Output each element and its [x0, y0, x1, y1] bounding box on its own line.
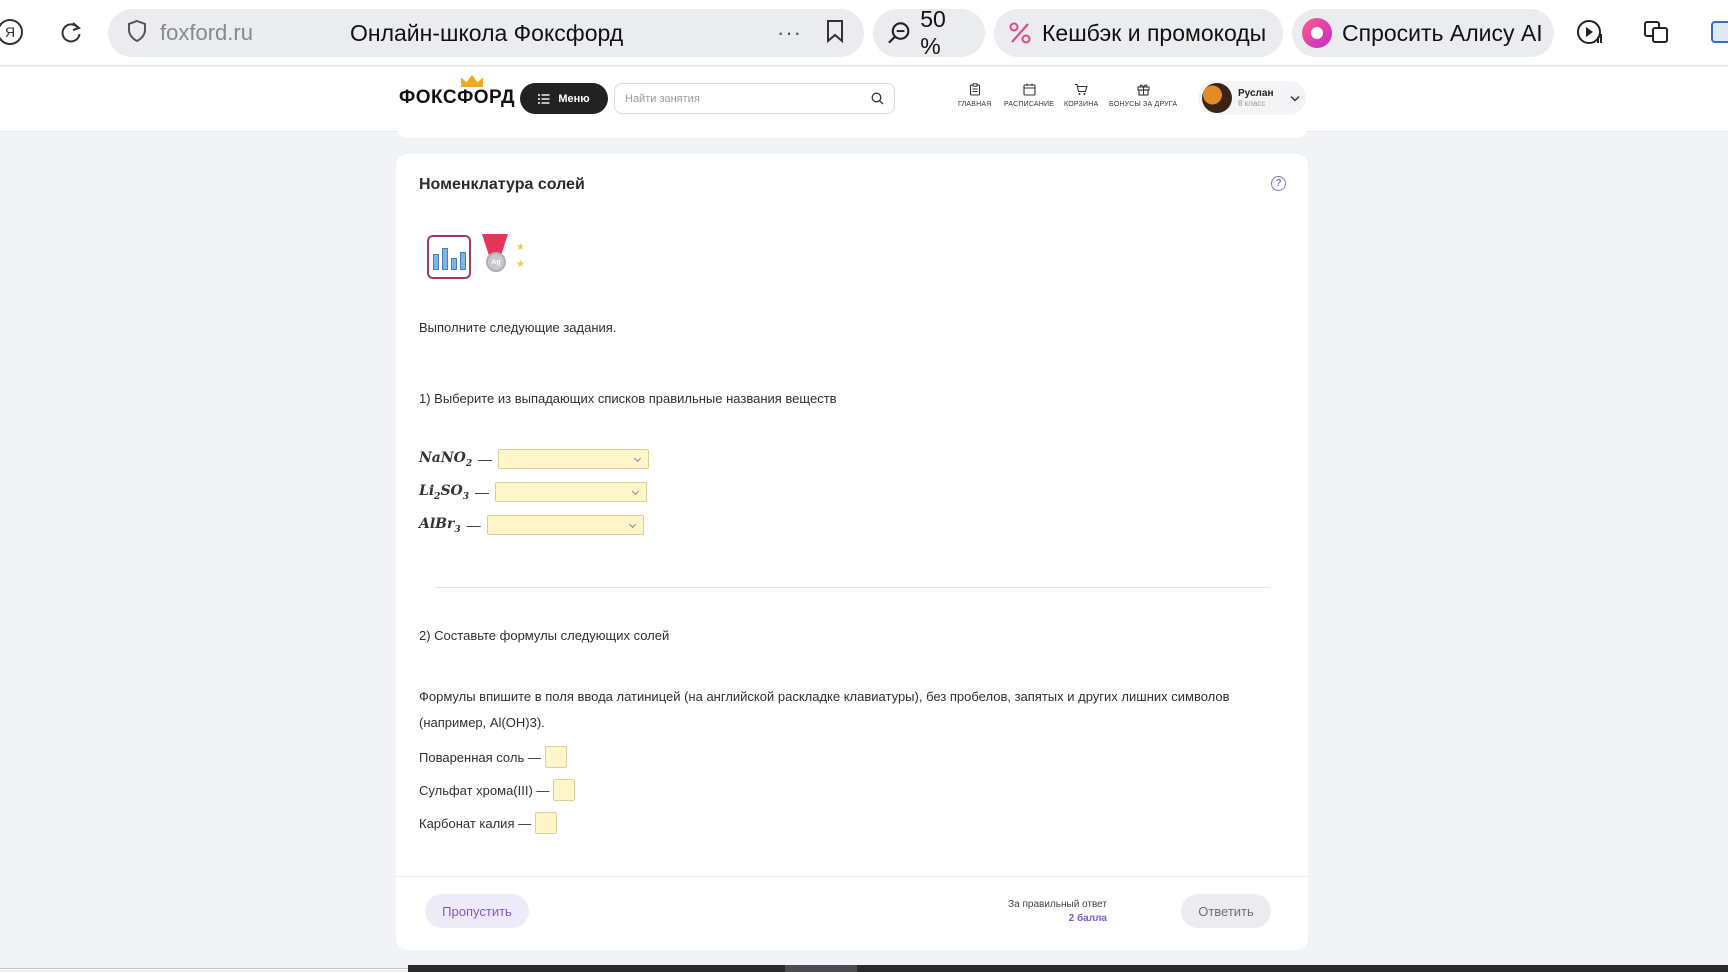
- skip-button[interactable]: Пропустить: [425, 894, 529, 928]
- zoom-control[interactable]: 50 %: [873, 6, 985, 59]
- bottom-divider: [0, 968, 408, 969]
- formula-row: AlBr3 —: [419, 515, 644, 535]
- page-title-tab: Онлайн-школа Фоксфорд: [350, 19, 624, 46]
- nav-cart[interactable]: КОРЗИНА: [1064, 83, 1098, 108]
- cart-icon: [1075, 83, 1088, 95]
- cashback-label: Кешбэк и промокоды: [1042, 19, 1267, 46]
- gift-icon: [1137, 84, 1150, 96]
- percent-icon: [1009, 22, 1031, 44]
- zoom-icon: [888, 22, 910, 44]
- nav-home-label: ГЛАВНАЯ: [958, 101, 992, 108]
- answer-button[interactable]: Ответить: [1181, 894, 1271, 928]
- previous-card-edge: [396, 118, 1308, 138]
- name-dropdown[interactable]: [498, 449, 650, 469]
- name-dropdown[interactable]: [495, 482, 648, 502]
- reward-text: За правильный ответ: [1008, 899, 1107, 910]
- silver-medal-icon: Ag ★ ★: [482, 234, 534, 280]
- nav-bonus-label: БОНУСЫ ЗА ДРУГА: [1109, 101, 1178, 108]
- calendar-icon: [1023, 83, 1036, 96]
- shield-icon[interactable]: [126, 19, 148, 48]
- user-menu[interactable]: Руслан 8 класс: [1198, 81, 1306, 115]
- nav-bonus[interactable]: БОНУСЫ ЗА ДРУГА: [1109, 83, 1177, 108]
- reward-points: 2 балла: [1068, 913, 1107, 924]
- formula-text: AlBr3: [419, 515, 461, 535]
- nav-cart-label: КОРЗИНА: [1064, 101, 1099, 108]
- salt-row: Карбонат калия —: [419, 812, 558, 834]
- salt-label: Сульфат хрома(III) —: [419, 782, 550, 798]
- question-2: 2) Составьте формулы следующих солей: [419, 628, 670, 643]
- search-box[interactable]: [614, 83, 895, 114]
- nav-schedule[interactable]: РАСПИСАНИЕ: [1004, 83, 1054, 108]
- browser-toolbar: Я foxford.ru Онлайн-школа Фоксфорд ··· 5…: [0, 0, 1728, 66]
- list-icon: [538, 93, 550, 104]
- zoom-level: 50 %: [920, 6, 946, 59]
- formula-input[interactable]: [544, 746, 567, 768]
- salt-row: Поваренная соль —: [419, 746, 567, 768]
- medal-label: Ag: [486, 252, 506, 272]
- horizontal-scrollbar[interactable]: [408, 965, 1728, 972]
- user-info: Руслан 8 класс: [1238, 88, 1274, 109]
- clipboard-icon: [969, 83, 980, 96]
- formula-text: Li2SO3: [419, 482, 470, 502]
- search-icon[interactable]: [871, 92, 884, 105]
- footer-divider: [396, 876, 1308, 877]
- name-dropdown[interactable]: [486, 515, 644, 535]
- logo-text: ФОКСФОРД: [399, 87, 516, 108]
- formula-row: Li2SO3 —: [419, 482, 648, 502]
- formula-row: NaNO2 —: [419, 449, 650, 469]
- task-title: Номенклатура солей: [419, 176, 585, 193]
- url-domain[interactable]: foxford.ru: [160, 20, 350, 46]
- user-name: Руслан: [1238, 87, 1274, 99]
- search-input[interactable]: [625, 92, 871, 105]
- question-1: 1) Выберите из выпадающих списков правил…: [419, 391, 837, 406]
- formula-text: NaNO2: [419, 449, 473, 469]
- avatar: [1202, 83, 1232, 113]
- more-icon[interactable]: ···: [777, 20, 802, 46]
- svg-text:Я: Я: [5, 24, 15, 40]
- media-play-icon[interactable]: [1572, 14, 1608, 50]
- alice-icon: [1302, 18, 1332, 48]
- salt-label: Карбонат калия —: [419, 815, 532, 831]
- alice-label: Спросить Алису AI: [1342, 19, 1543, 46]
- menu-label: Меню: [558, 92, 590, 105]
- salt-label: Поваренная соль —: [419, 749, 541, 765]
- nav-schedule-label: РАСПИСАНИЕ: [1004, 101, 1055, 108]
- task-intro: Выполните следующие задания.: [419, 320, 617, 335]
- foxford-logo[interactable]: ФОКСФОРД: [399, 75, 516, 109]
- address-bar[interactable]: foxford.ru Онлайн-школа Фоксфорд ···: [108, 9, 864, 57]
- scrollbar-thumb[interactable]: [785, 965, 857, 972]
- cashback-button[interactable]: Кешбэк и промокоды: [994, 9, 1283, 57]
- task-card: Номенклатура солей ? Ag ★ ★ Выполните сл…: [396, 154, 1308, 950]
- logo-crown-icon: [461, 75, 483, 87]
- reward-info: За правильный ответ 2 балла: [956, 898, 1107, 926]
- menu-button[interactable]: Меню: [520, 83, 608, 114]
- salt-row: Сульфат хрома(III) —: [419, 779, 576, 801]
- formula-input[interactable]: [535, 812, 558, 834]
- nav-home[interactable]: ГЛАВНАЯ: [958, 83, 992, 108]
- alice-button[interactable]: Спросить Алису AI: [1292, 9, 1554, 57]
- yandex-icon[interactable]: Я: [0, 14, 28, 50]
- bookmark-icon[interactable]: [824, 18, 846, 49]
- task-instructions: Формулы впишите в поля ввода латиницей (…: [419, 689, 1230, 730]
- reload-icon[interactable]: [53, 14, 89, 50]
- extension-icon[interactable]: [1705, 14, 1728, 50]
- chevron-down-icon: [1290, 95, 1300, 101]
- chemistry-subject-icon: [427, 235, 471, 279]
- help-icon[interactable]: ?: [1271, 176, 1286, 191]
- user-grade: 8 класс: [1238, 98, 1266, 108]
- divider: [435, 587, 1271, 588]
- formula-input[interactable]: [553, 779, 576, 801]
- translate-icon[interactable]: [1638, 14, 1674, 50]
